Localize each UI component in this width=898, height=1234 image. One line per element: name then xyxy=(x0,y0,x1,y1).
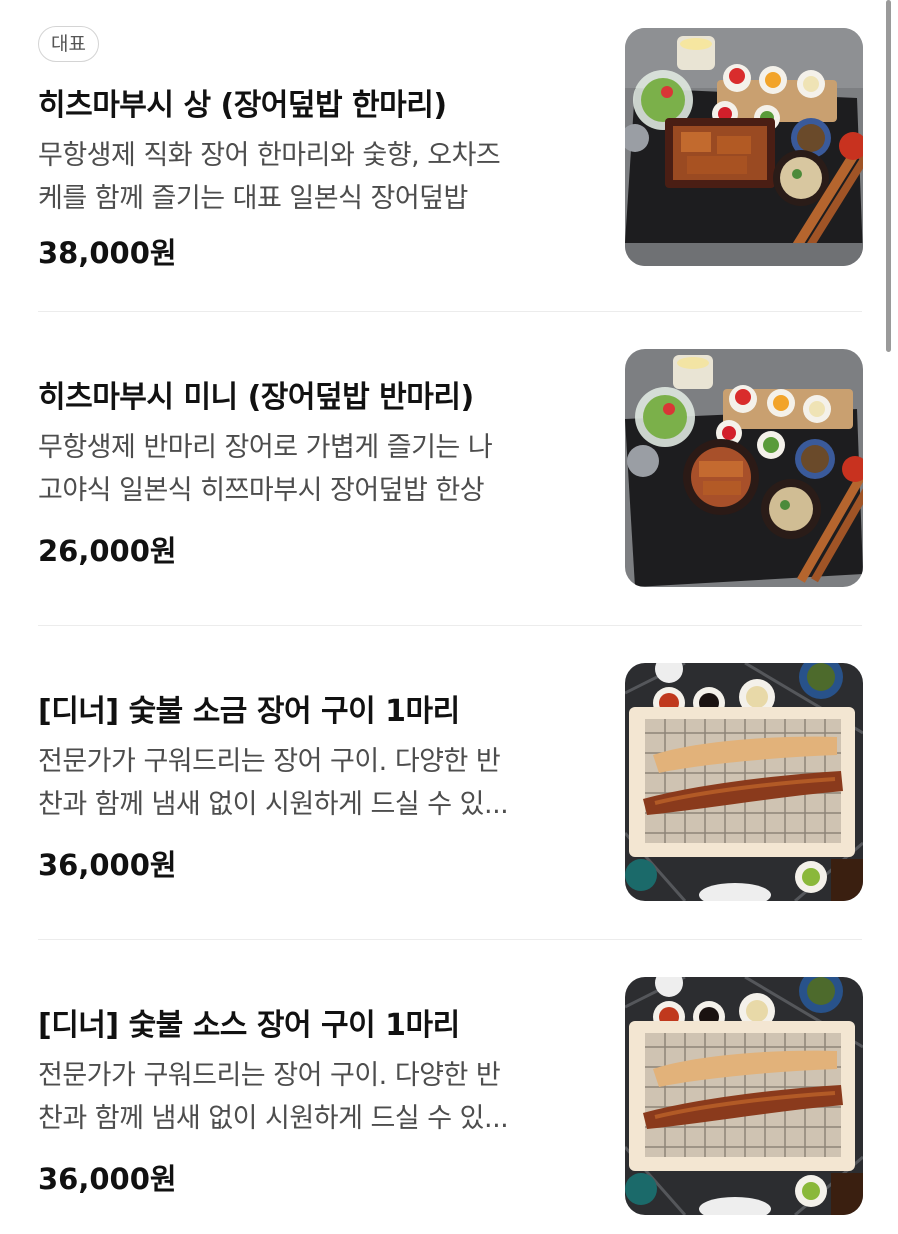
menu-item-price: 26,000원 xyxy=(38,534,177,568)
menu-item-description: 무항생제 직화 장어 한마리와 숯향, 오차즈 케를 함께 즐기는 대표 일본식… xyxy=(38,134,598,220)
grilled-eel-salt-photo xyxy=(625,663,863,901)
menu-item-photo[interactable] xyxy=(625,28,863,266)
menu-item-photo[interactable] xyxy=(625,349,863,587)
menu-item-price: 36,000원 xyxy=(38,1162,177,1196)
menu-item-title: [디너] 숯불 소금 장어 구이 1마리 xyxy=(38,694,460,729)
description-line: 찬과 함께 냄새 없이 시원하게 드실 수 있... xyxy=(38,1103,509,1134)
menu-item-description: 전문가가 구워드리는 장어 구이. 다양한 반 찬과 함께 냄새 없이 시원하게… xyxy=(38,740,598,826)
menu-item-price: 38,000원 xyxy=(38,236,177,270)
menu-item-salt-grilled-eel[interactable]: [디너] 숯불 소금 장어 구이 1마리 전문가가 구워드리는 장어 구이. 다… xyxy=(0,654,898,901)
item-divider xyxy=(38,939,862,940)
menu-item-title: 히츠마부시 미니 (장어덮밥 반마리) xyxy=(38,380,474,415)
menu-item-photo[interactable] xyxy=(625,663,863,901)
menu-item-hitsumabushi-full[interactable]: 대표 히츠마부시 상 (장어덮밥 한마리) 무항생제 직화 장어 한마리와 숯향… xyxy=(0,26,898,270)
description-line: 무항생제 반마리 장어로 가볍게 즐기는 나 xyxy=(38,432,493,463)
menu-item-photo[interactable] xyxy=(625,977,863,1215)
grilled-eel-sauce-photo xyxy=(625,977,863,1215)
menu-item-sauce-grilled-eel[interactable]: [디너] 숯불 소스 장어 구이 1마리 전문가가 구워드리는 장어 구이. 다… xyxy=(0,968,898,1215)
item-divider xyxy=(38,625,862,626)
menu-item-description: 전문가가 구워드리는 장어 구이. 다양한 반 찬과 함께 냄새 없이 시원하게… xyxy=(38,1054,598,1140)
menu-item-description: 무항생제 반마리 장어로 가볍게 즐기는 나 고야식 일본식 히쯔마부시 장어덮… xyxy=(38,426,598,512)
menu-item-title: [디너] 숯불 소스 장어 구이 1마리 xyxy=(38,1008,460,1043)
scrollbar[interactable] xyxy=(886,0,891,352)
description-line: 무항생제 직화 장어 한마리와 숯향, 오차즈 xyxy=(38,140,501,171)
eel-rice-set-half-photo xyxy=(625,349,863,587)
description-line: 전문가가 구워드리는 장어 구이. 다양한 반 xyxy=(38,1060,501,1091)
signature-badge: 대표 xyxy=(38,26,99,62)
menu-item-title: 히츠마부시 상 (장어덮밥 한마리) xyxy=(38,88,447,123)
eel-rice-set-full-photo xyxy=(625,28,863,266)
description-line: 케를 함께 즐기는 대표 일본식 장어덮밥 xyxy=(38,183,468,214)
description-line: 찬과 함께 냄새 없이 시원하게 드실 수 있... xyxy=(38,789,509,820)
item-divider xyxy=(38,311,862,312)
menu-item-hitsumabushi-mini[interactable]: 히츠마부시 미니 (장어덮밥 반마리) 무항생제 반마리 장어로 가볍게 즐기는… xyxy=(0,340,898,587)
menu-item-price: 36,000원 xyxy=(38,848,177,882)
description-line: 고야식 일본식 히쯔마부시 장어덮밥 한상 xyxy=(38,475,485,506)
description-line: 전문가가 구워드리는 장어 구이. 다양한 반 xyxy=(38,746,501,777)
